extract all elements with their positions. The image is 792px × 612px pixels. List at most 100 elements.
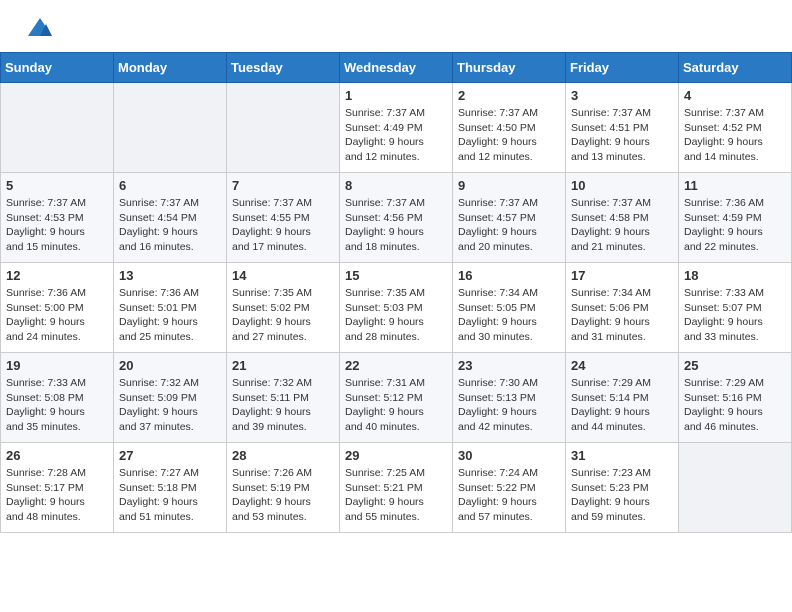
weekday-header-saturday: Saturday <box>679 53 792 83</box>
day-info: Sunrise: 7:37 AMSunset: 4:54 PMDaylight:… <box>119 196 221 255</box>
day-info: Sunrise: 7:37 AMSunset: 4:53 PMDaylight:… <box>6 196 108 255</box>
day-info-line: Sunset: 5:12 PM <box>345 391 447 406</box>
week-row-3: 12Sunrise: 7:36 AMSunset: 5:00 PMDayligh… <box>1 263 792 353</box>
day-info-line: Sunset: 5:00 PM <box>6 301 108 316</box>
day-cell-3: 3 Sunrise: 7:37 AMSunset: 4:51 PMDaylight… <box>566 83 679 173</box>
day-info: Sunrise: 7:37 AMSunset: 4:52 PMDaylight:… <box>684 106 786 165</box>
week-row-4: 19Sunrise: 7:33 AMSunset: 5:08 PMDayligh… <box>1 353 792 443</box>
day-info-line: Daylight: 9 hours <box>345 315 447 330</box>
day-number: 17 <box>571 268 673 283</box>
day-info: Sunrise: 7:29 AMSunset: 5:16 PMDaylight:… <box>684 376 786 435</box>
day-number: 3 <box>571 88 673 103</box>
empty-cell <box>114 83 227 173</box>
day-number: 2 <box>458 88 560 103</box>
day-info-line: Sunrise: 7:36 AM <box>6 286 108 301</box>
day-cell-4: 4Sunrise: 7:37 AMSunset: 4:52 PMDaylight… <box>679 83 792 173</box>
day-info: Sunrise: 7:37 AMSunset: 4:49 PMDaylight:… <box>345 106 447 165</box>
day-number: 16 <box>458 268 560 283</box>
weekday-header-tuesday: Tuesday <box>227 53 340 83</box>
day-number: 1 <box>345 88 447 103</box>
day-info-line: Sunrise: 7:35 AM <box>345 286 447 301</box>
day-info: Sunrise: 7:23 AMSunset: 5:23 PMDaylight:… <box>571 466 673 525</box>
weekday-header-friday: Friday <box>566 53 679 83</box>
day-cell-28: 28Sunrise: 7:26 AMSunset: 5:19 PMDayligh… <box>227 443 340 533</box>
day-info-line: and 39 minutes. <box>232 420 334 435</box>
day-info-line: Daylight: 9 hours <box>684 405 786 420</box>
calendar-table: SundayMondayTuesdayWednesdayThursdayFrid… <box>0 52 792 533</box>
day-info: Sunrise: 7:34 AMSunset: 5:06 PMDaylight:… <box>571 286 673 345</box>
day-info: Sunrise: 7:25 AMSunset: 5:21 PMDaylight:… <box>345 466 447 525</box>
day-info-line: Sunrise: 7:37 AM <box>684 106 786 121</box>
page: SundayMondayTuesdayWednesdayThursdayFrid… <box>0 0 792 533</box>
day-info-line: Sunset: 5:06 PM <box>571 301 673 316</box>
day-info-line: Daylight: 9 hours <box>232 495 334 510</box>
day-info-line: Sunset: 5:16 PM <box>684 391 786 406</box>
day-info-line: Sunrise: 7:34 AM <box>458 286 560 301</box>
day-info-line: and 53 minutes. <box>232 510 334 525</box>
day-info-line: and 17 minutes. <box>232 240 334 255</box>
day-info-line: Sunrise: 7:31 AM <box>345 376 447 391</box>
day-info-line: and 35 minutes. <box>6 420 108 435</box>
day-info-line: Daylight: 9 hours <box>345 225 447 240</box>
day-info-line: Daylight: 9 hours <box>571 225 673 240</box>
day-info-line: Sunset: 5:22 PM <box>458 481 560 496</box>
day-cell-21: 21Sunrise: 7:32 AMSunset: 5:11 PMDayligh… <box>227 353 340 443</box>
day-number: 25 <box>684 358 786 373</box>
day-info-line: Sunset: 5:13 PM <box>458 391 560 406</box>
day-info: Sunrise: 7:37 AMSunset: 4:57 PMDaylight:… <box>458 196 560 255</box>
day-info-line: Sunrise: 7:36 AM <box>119 286 221 301</box>
day-cell-31: 31Sunrise: 7:23 AMSunset: 5:23 PMDayligh… <box>566 443 679 533</box>
day-number: 18 <box>684 268 786 283</box>
day-info-line: Daylight: 9 hours <box>6 315 108 330</box>
day-info: Sunrise: 7:37 AMSunset: 4:50 PMDaylight:… <box>458 106 560 165</box>
day-info-line: Daylight: 9 hours <box>684 135 786 150</box>
day-info: Sunrise: 7:28 AMSunset: 5:17 PMDaylight:… <box>6 466 108 525</box>
day-info-line: and 28 minutes. <box>345 330 447 345</box>
day-info: Sunrise: 7:37 AMSunset: 4:51 PMDaylight:… <box>571 106 673 165</box>
day-info-line: Sunset: 4:51 PM <box>571 121 673 136</box>
day-info-line: Sunset: 5:17 PM <box>6 481 108 496</box>
day-info-line: and 46 minutes. <box>684 420 786 435</box>
day-number: 7 <box>232 178 334 193</box>
day-info: Sunrise: 7:30 AMSunset: 5:13 PMDaylight:… <box>458 376 560 435</box>
day-info-line: Daylight: 9 hours <box>345 135 447 150</box>
day-info-line: and 20 minutes. <box>458 240 560 255</box>
day-info-line: Sunset: 5:02 PM <box>232 301 334 316</box>
day-info: Sunrise: 7:37 AMSunset: 4:55 PMDaylight:… <box>232 196 334 255</box>
day-info-line: and 24 minutes. <box>6 330 108 345</box>
day-info-line: and 31 minutes. <box>571 330 673 345</box>
day-info-line: Sunset: 4:58 PM <box>571 211 673 226</box>
day-info: Sunrise: 7:33 AMSunset: 5:07 PMDaylight:… <box>684 286 786 345</box>
day-info-line: Sunrise: 7:28 AM <box>6 466 108 481</box>
day-info-line: Daylight: 9 hours <box>458 405 560 420</box>
day-cell-7: 7 Sunrise: 7:37 AMSunset: 4:55 PMDaylight… <box>227 173 340 263</box>
day-number: 9 <box>458 178 560 193</box>
day-number: 24 <box>571 358 673 373</box>
day-info-line: Daylight: 9 hours <box>232 405 334 420</box>
day-number: 13 <box>119 268 221 283</box>
day-info-line: Sunset: 4:54 PM <box>119 211 221 226</box>
day-info-line: Daylight: 9 hours <box>119 495 221 510</box>
day-info-line: Daylight: 9 hours <box>458 495 560 510</box>
day-info-line: Sunset: 4:55 PM <box>232 211 334 226</box>
day-number: 19 <box>6 358 108 373</box>
day-info-line: and 59 minutes. <box>571 510 673 525</box>
day-cell-24: 24Sunrise: 7:29 AMSunset: 5:14 PMDayligh… <box>566 353 679 443</box>
day-info-line: Daylight: 9 hours <box>684 225 786 240</box>
day-cell-16: 16Sunrise: 7:34 AMSunset: 5:05 PMDayligh… <box>453 263 566 353</box>
day-info-line: and 21 minutes. <box>571 240 673 255</box>
day-info-line: Daylight: 9 hours <box>6 225 108 240</box>
day-info-line: Sunrise: 7:35 AM <box>232 286 334 301</box>
day-cell-29: 29Sunrise: 7:25 AMSunset: 5:21 PMDayligh… <box>340 443 453 533</box>
weekday-header-sunday: Sunday <box>1 53 114 83</box>
day-cell-6: 6Sunrise: 7:37 AMSunset: 4:54 PMDaylight… <box>114 173 227 263</box>
day-cell-15: 15Sunrise: 7:35 AMSunset: 5:03 PMDayligh… <box>340 263 453 353</box>
day-info-line: Daylight: 9 hours <box>571 135 673 150</box>
day-info: Sunrise: 7:32 AMSunset: 5:09 PMDaylight:… <box>119 376 221 435</box>
day-number: 14 <box>232 268 334 283</box>
day-cell-1: 1 Sunrise: 7:37 AMSunset: 4:49 PMDaylight… <box>340 83 453 173</box>
day-info-line: Sunset: 5:11 PM <box>232 391 334 406</box>
day-number: 22 <box>345 358 447 373</box>
week-row-5: 26Sunrise: 7:28 AMSunset: 5:17 PMDayligh… <box>1 443 792 533</box>
day-info-line: Sunrise: 7:37 AM <box>119 196 221 211</box>
